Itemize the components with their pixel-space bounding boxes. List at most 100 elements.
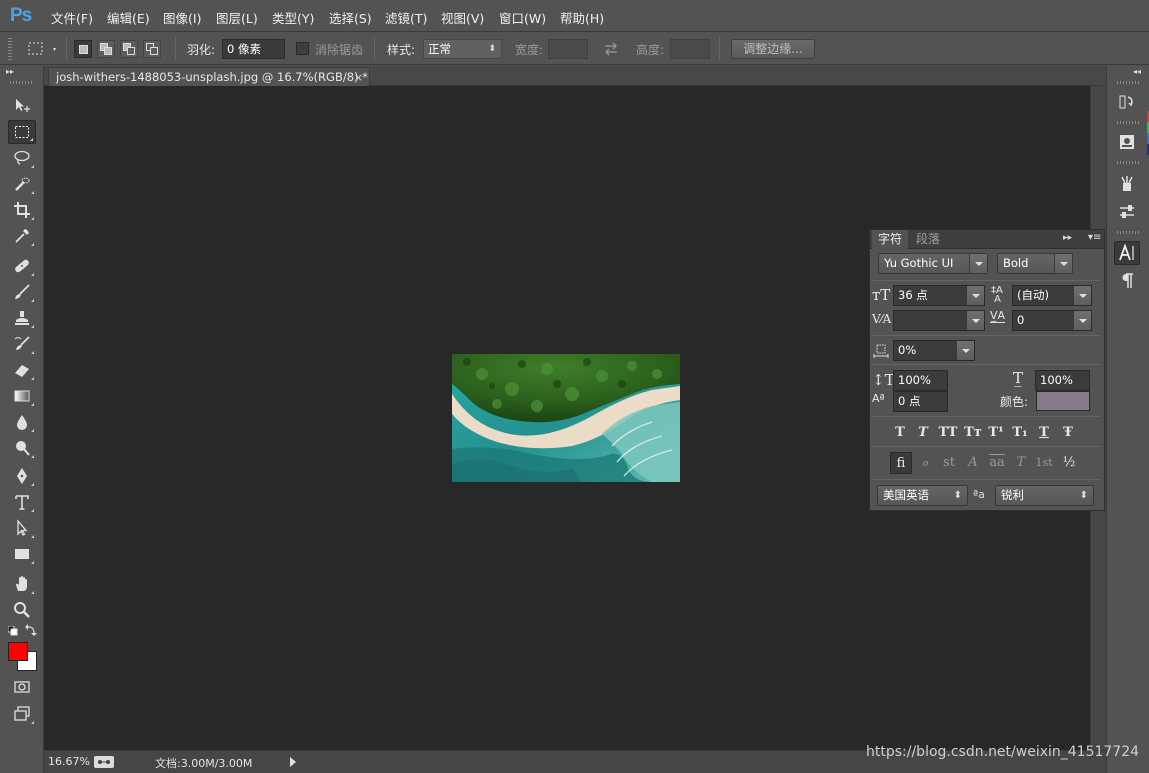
antialias-checkbox[interactable] (296, 42, 309, 55)
options-bar-grip[interactable] (8, 38, 12, 60)
tool-preset-picker[interactable] (26, 40, 60, 58)
subtract-selection-button[interactable] (120, 40, 138, 58)
history-brush-tool[interactable] (8, 332, 36, 356)
kerning-input[interactable] (893, 310, 985, 331)
menu-image[interactable]: 图像(I) (163, 8, 201, 27)
fractions-button[interactable]: ½ (1058, 452, 1080, 474)
dodge-tool[interactable] (8, 436, 36, 460)
eyedropper-tool[interactable] (8, 224, 36, 248)
font-style-select[interactable]: Bold (997, 253, 1073, 274)
hand-tool[interactable] (8, 572, 36, 596)
pen-tool[interactable] (8, 464, 36, 488)
width-input[interactable] (548, 39, 588, 59)
adjustments-panel-button[interactable] (1114, 200, 1140, 224)
tracking-input[interactable]: 0 (1012, 310, 1092, 331)
swap-dimensions-button[interactable] (602, 40, 620, 58)
document-tab[interactable]: josh-withers-1488053-unsplash.jpg @ 16.7… (48, 67, 370, 87)
menu-filter[interactable]: 滤镜(T) (385, 8, 427, 27)
history-panel-button[interactable] (1114, 90, 1140, 114)
ligatures-button[interactable]: ﬁ (890, 452, 912, 474)
status-menu-arrow-icon[interactable] (290, 757, 296, 767)
language-select[interactable]: 美国英语 (877, 485, 968, 506)
new-selection-button[interactable] (74, 40, 92, 58)
menu-select[interactable]: 选择(S) (329, 8, 372, 27)
foreground-color-swatch[interactable] (8, 642, 28, 661)
underline-button[interactable]: T (1034, 423, 1054, 443)
titling-alternates-button[interactable]: T (1010, 452, 1032, 474)
font-size-input[interactable]: 36 点 (893, 285, 985, 306)
zoom-level[interactable]: 16.67% (48, 755, 90, 768)
eraser-tool[interactable] (8, 358, 36, 382)
quick-mask-button[interactable] (8, 675, 36, 699)
subscript-button[interactable]: T₁ (1010, 423, 1030, 443)
horizontal-scale-input[interactable]: 100% (1035, 370, 1090, 391)
strikethrough-button[interactable]: Ŧ (1058, 423, 1078, 443)
stylistic-alternates-button[interactable]: aa (986, 452, 1008, 474)
panel-menu-icon[interactable]: ▾≡ (1088, 232, 1101, 243)
dock-grip[interactable] (1117, 121, 1139, 124)
toolbox-grip[interactable] (10, 81, 34, 84)
blur-tool[interactable] (8, 410, 36, 434)
zoom-tool[interactable] (8, 598, 36, 622)
menu-type[interactable]: 类型(Y) (272, 8, 314, 27)
font-family-select[interactable]: Yu Gothic UI (878, 253, 988, 274)
dock-grip[interactable] (1117, 231, 1139, 234)
swash-button[interactable]: A (962, 452, 984, 474)
default-colors-button[interactable] (7, 625, 18, 636)
refine-edge-button[interactable]: 调整边缘... (731, 39, 815, 59)
menu-edit[interactable]: 编辑(E) (107, 8, 150, 27)
quick-select-tool[interactable] (8, 172, 36, 196)
collapse-dock-icon[interactable]: ◂◂ (1133, 67, 1141, 76)
lasso-tool[interactable] (8, 146, 36, 170)
photoshop-logo: Ps (10, 5, 32, 26)
character-panel-button[interactable] (1114, 241, 1140, 265)
ordinals-button[interactable]: 1st (1033, 452, 1055, 474)
tsume-input[interactable]: 0% (893, 340, 975, 361)
feather-input[interactable]: 0 像素 (222, 39, 285, 59)
add-selection-button[interactable] (97, 40, 115, 58)
vertical-scale-input[interactable]: 100% (893, 370, 948, 391)
faux-bold-button[interactable]: T (890, 423, 910, 443)
gradient-tool[interactable] (8, 384, 36, 408)
menu-window[interactable]: 窗口(W) (499, 8, 546, 27)
antialias-select[interactable]: 锐利 (995, 485, 1094, 506)
menu-layer[interactable]: 图层(L) (216, 8, 258, 27)
baseline-shift-input[interactable]: 0 点 (893, 391, 948, 412)
tab-paragraph[interactable]: 段落 (910, 230, 946, 249)
brush-tool[interactable] (8, 280, 36, 304)
path-select-tool[interactable] (8, 516, 36, 540)
menu-file[interactable]: 文件(F) (51, 8, 93, 27)
all-caps-button[interactable]: TT (936, 423, 960, 443)
menu-view[interactable]: 视图(V) (441, 8, 484, 27)
faux-italic-button[interactable]: T (913, 423, 933, 443)
swap-colors-button[interactable] (25, 624, 37, 636)
menu-help[interactable]: 帮助(H) (560, 8, 604, 27)
share-icon[interactable] (94, 756, 114, 768)
rectangle-tool[interactable] (8, 542, 36, 566)
tab-character[interactable]: 字符 (872, 230, 909, 249)
text-color-swatch[interactable] (1036, 391, 1090, 411)
superscript-button[interactable]: T¹ (986, 423, 1006, 443)
clone-stamp-tool[interactable] (8, 306, 36, 330)
intersect-selection-button[interactable] (143, 40, 161, 58)
swatches-panel-button[interactable] (1114, 130, 1140, 154)
paragraph-panel-button[interactable] (1114, 269, 1140, 293)
healing-brush-tool[interactable] (8, 254, 36, 278)
expand-toolbox-icon[interactable]: ▸▸ (6, 67, 14, 76)
discretionary-ligatures-button[interactable]: st (938, 452, 960, 474)
collapse-panel-icon[interactable]: ▸▸ (1063, 233, 1072, 243)
type-tool[interactable] (8, 490, 36, 514)
screen-mode-button[interactable] (8, 702, 36, 726)
close-icon[interactable]: × (354, 68, 363, 87)
dock-grip[interactable] (1117, 161, 1139, 164)
rect-marquee-tool[interactable] (8, 120, 36, 144)
dock-grip[interactable] (1117, 81, 1139, 84)
contextual-alternates-button[interactable]: ℴ (914, 452, 936, 474)
tool-presets-button[interactable] (1114, 172, 1140, 196)
style-select[interactable]: 正常 ⬍ (423, 39, 502, 59)
crop-tool[interactable] (8, 198, 36, 222)
height-input[interactable] (670, 39, 710, 59)
small-caps-button[interactable]: Tт (961, 423, 985, 443)
leading-input[interactable]: (自动) (1012, 285, 1092, 306)
move-tool[interactable] (8, 94, 36, 118)
